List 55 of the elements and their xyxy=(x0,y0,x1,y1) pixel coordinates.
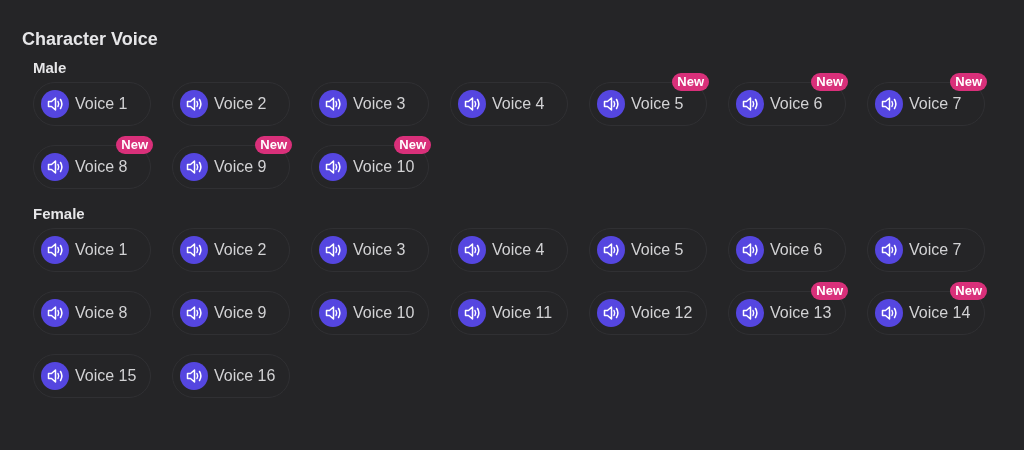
speaker-icon xyxy=(597,90,625,118)
new-badge: New xyxy=(394,136,431,154)
voice-button[interactable]: Voice 15 xyxy=(33,354,151,398)
speaker-icon xyxy=(41,236,69,264)
speaker-icon xyxy=(736,299,764,327)
speaker-icon xyxy=(597,236,625,264)
group-label: Male xyxy=(33,59,68,77)
voice-button[interactable]: Voice 12 xyxy=(589,291,707,335)
speaker-icon xyxy=(180,153,208,181)
speaker-icon xyxy=(458,90,486,118)
voice-button[interactable]: Voice 9 xyxy=(172,291,290,335)
speaker-icon xyxy=(180,90,208,118)
speaker-icon xyxy=(875,90,903,118)
new-badge: New xyxy=(950,282,987,300)
new-badge: New xyxy=(811,282,848,300)
voice-button[interactable]: Voice 2 xyxy=(172,228,290,272)
speaker-icon xyxy=(41,299,69,327)
new-badge: New xyxy=(255,136,292,154)
speaker-icon xyxy=(319,90,347,118)
speaker-icon xyxy=(41,90,69,118)
speaker-icon xyxy=(875,236,903,264)
voice-button[interactable]: Voice 1 xyxy=(33,228,151,272)
voice-button[interactable]: Voice 2 xyxy=(172,82,290,126)
speaker-icon xyxy=(458,299,486,327)
voice-button[interactable]: Voice 10 xyxy=(311,291,429,335)
voice-button[interactable]: Voice 5 xyxy=(589,228,707,272)
new-badge: New xyxy=(811,73,848,91)
new-badge: New xyxy=(672,73,709,91)
voice-button[interactable]: Voice 11 xyxy=(450,291,568,335)
voice-button[interactable]: Voice 1 xyxy=(33,82,151,126)
speaker-icon xyxy=(458,236,486,264)
voice-button[interactable]: Voice 6 xyxy=(728,228,846,272)
speaker-icon xyxy=(875,299,903,327)
voice-button[interactable]: Voice 3 xyxy=(311,228,429,272)
voice-button[interactable]: Voice 7 xyxy=(867,228,985,272)
voice-button[interactable]: Voice 4 xyxy=(450,82,568,126)
group-label: Female xyxy=(33,205,86,223)
speaker-icon xyxy=(41,153,69,181)
speaker-icon xyxy=(736,236,764,264)
speaker-icon xyxy=(597,299,625,327)
speaker-icon xyxy=(41,362,69,390)
voice-button[interactable]: Voice 3 xyxy=(311,82,429,126)
new-badge: New xyxy=(950,73,987,91)
new-badge: New xyxy=(116,136,153,154)
voice-button[interactable]: Voice 4 xyxy=(450,228,568,272)
speaker-icon xyxy=(180,299,208,327)
speaker-icon xyxy=(180,236,208,264)
voice-button[interactable]: Voice 16 xyxy=(172,354,290,398)
speaker-icon xyxy=(319,236,347,264)
voice-button[interactable]: Voice 8 xyxy=(33,291,151,335)
speaker-icon xyxy=(180,362,208,390)
speaker-icon xyxy=(319,153,347,181)
speaker-icon xyxy=(319,299,347,327)
section-title: Character Voice xyxy=(22,28,159,50)
speaker-icon xyxy=(736,90,764,118)
